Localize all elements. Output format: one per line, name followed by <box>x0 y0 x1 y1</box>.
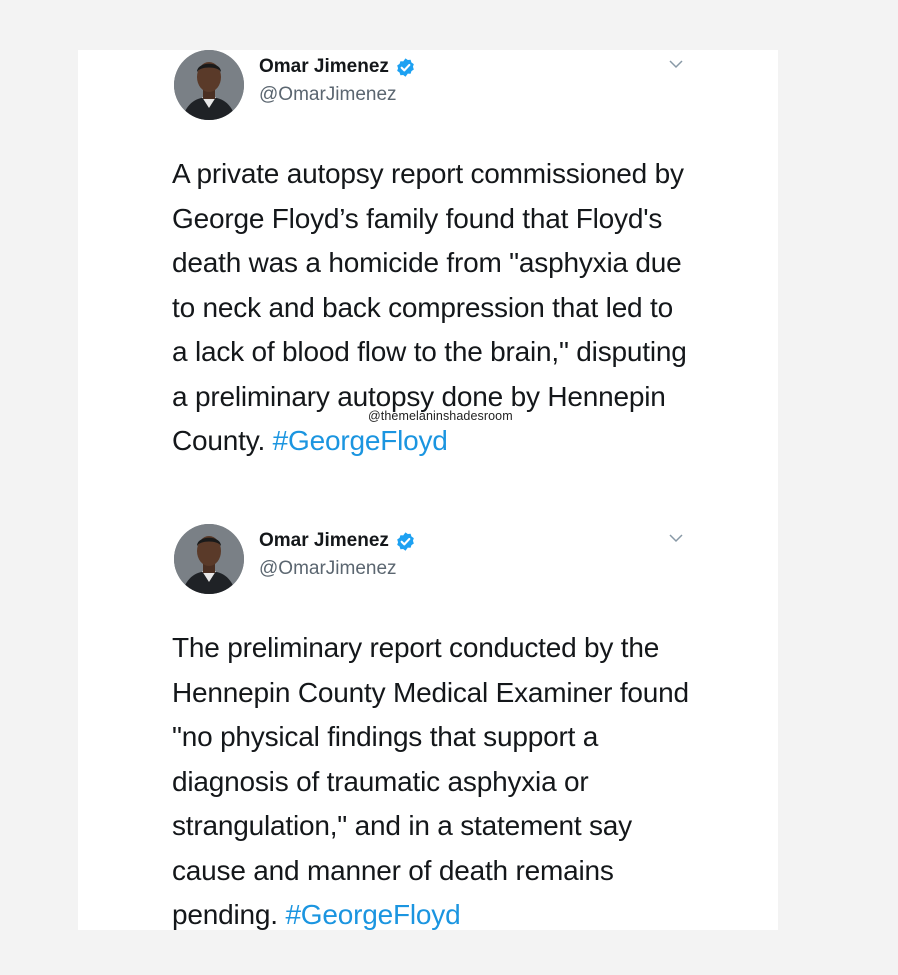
chevron-down-icon[interactable] <box>668 58 684 70</box>
author-name[interactable]: Omar Jimenez <box>259 530 389 552</box>
author-name[interactable]: Omar Jimenez <box>259 56 389 78</box>
author-name-row: Omar Jimenez <box>259 56 416 78</box>
hashtag-link[interactable]: #GeorgeFloyd <box>273 425 448 456</box>
watermark: @themelaninshadesroom <box>368 409 513 423</box>
tweet-body: The preliminary report conducted by the … <box>172 632 689 930</box>
verified-badge-icon <box>395 531 416 552</box>
author-handle[interactable]: @OmarJimenez <box>259 84 397 106</box>
author-name-row: Omar Jimenez <box>259 530 416 552</box>
chevron-down-icon[interactable] <box>668 532 684 544</box>
avatar[interactable] <box>174 50 244 120</box>
verified-badge-icon <box>395 57 416 78</box>
author-handle[interactable]: @OmarJimenez <box>259 558 397 580</box>
hashtag-link[interactable]: #GeorgeFloyd <box>285 899 460 930</box>
avatar[interactable] <box>174 524 244 594</box>
tweet-text: The preliminary report conducted by the … <box>172 626 692 930</box>
screenshot-card: Omar Jimenez @OmarJimenez A private auto… <box>78 50 778 930</box>
